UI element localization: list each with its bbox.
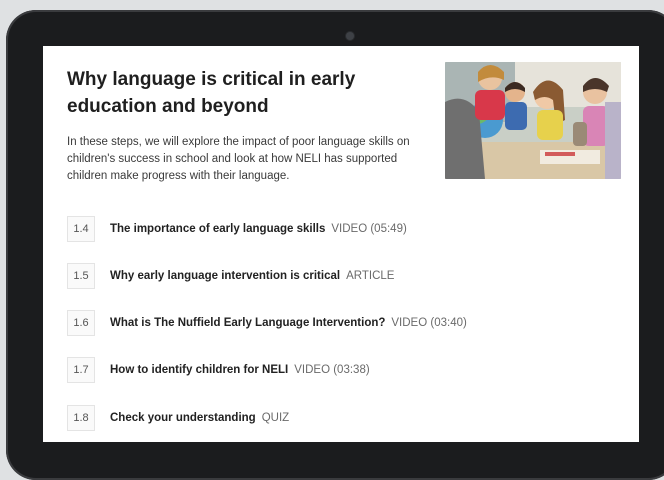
step-number: 1.4 — [67, 216, 95, 242]
photo-illustration — [445, 62, 621, 179]
step-number: 1.8 — [67, 405, 95, 431]
step-type: VIDEO (03:40) — [391, 317, 467, 329]
course-screen: Why language is critical in early educat… — [43, 46, 639, 442]
step-type: ARTICLE — [346, 270, 395, 282]
tablet-frame: Why language is critical in early educat… — [6, 10, 664, 480]
camera-dot — [346, 32, 354, 40]
children-classroom-photo — [445, 62, 621, 179]
page-title: Why language is critical in early educat… — [67, 69, 356, 117]
step-item-1-4[interactable]: 1.4 The importance of early language ski… — [67, 216, 407, 242]
step-title[interactable]: Check your understanding — [110, 412, 256, 424]
step-title[interactable]: The importance of early language skills — [110, 223, 325, 235]
step-item-1-6[interactable]: 1.6 What is The Nuffield Early Language … — [67, 310, 467, 336]
step-title[interactable]: What is The Nuffield Early Language Inte… — [110, 317, 385, 329]
step-number: 1.7 — [67, 357, 95, 383]
step-title[interactable]: How to identify children for NELI — [110, 364, 288, 376]
intro-text: In these steps, we will explore the impa… — [67, 136, 410, 182]
step-title[interactable]: Why early language intervention is criti… — [110, 270, 340, 282]
step-number: 1.6 — [67, 310, 95, 336]
step-type: VIDEO (03:38) — [294, 364, 370, 376]
step-item-1-7[interactable]: 1.7 How to identify children for NELI VI… — [67, 357, 370, 383]
step-item-1-8[interactable]: 1.8 Check your understanding QUIZ — [67, 405, 289, 431]
step-number: 1.5 — [67, 263, 95, 289]
step-item-1-5[interactable]: 1.5 Why early language intervention is c… — [67, 263, 394, 289]
step-type: QUIZ — [261, 412, 290, 424]
step-type: VIDEO (05:49) — [331, 223, 407, 235]
